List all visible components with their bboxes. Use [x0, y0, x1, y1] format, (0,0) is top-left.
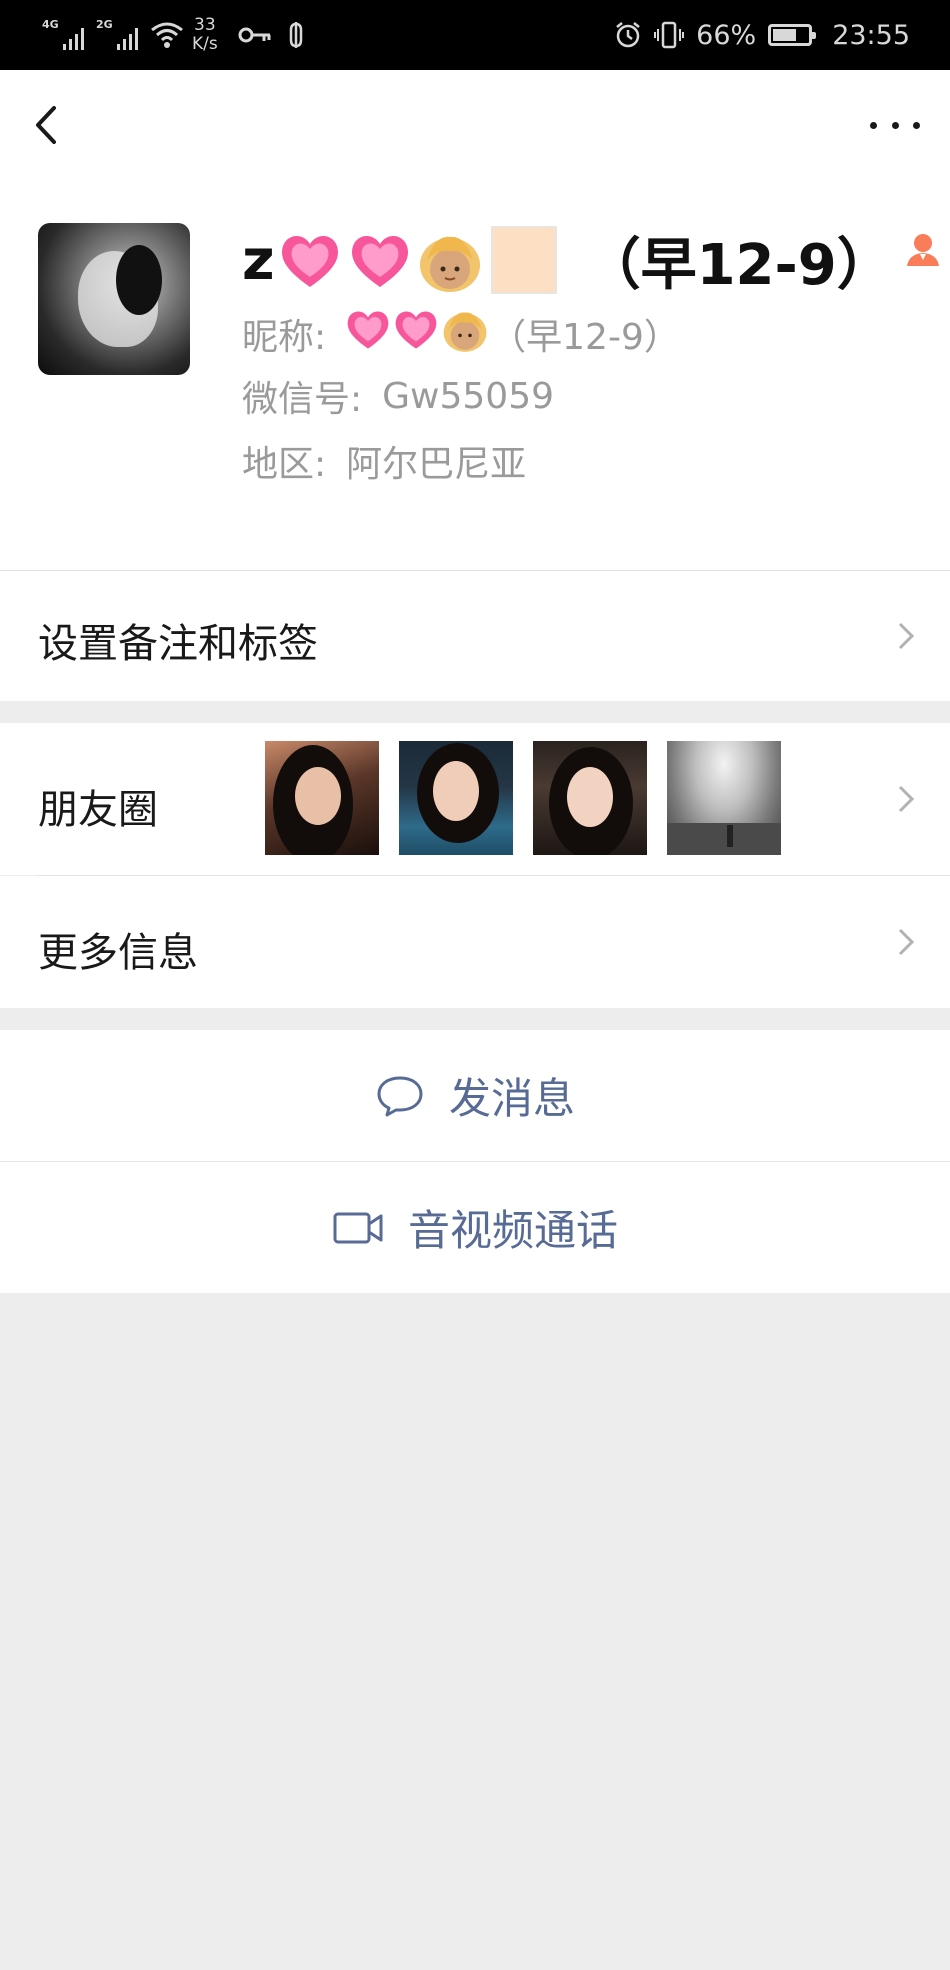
- heart-emoji-icon: [392, 305, 440, 362]
- girl-emoji-icon: [440, 304, 490, 363]
- girl-emoji-icon: [415, 225, 485, 295]
- region-row: 地区: 阿尔巴尼亚: [242, 435, 526, 487]
- moments-thumbnails[interactable]: [265, 741, 781, 855]
- video-call-icon: [333, 1212, 383, 1243]
- profile-badge-icon: [906, 234, 939, 266]
- net-speed: 33 K/s: [192, 16, 218, 54]
- wechat-id-row: 微信号: Gw55059: [242, 370, 554, 422]
- cell-signal-2g-icon: 2G: [96, 18, 138, 52]
- wechat-id-label: 微信号:: [242, 379, 363, 420]
- nickname-suffix: （早12-9）: [490, 316, 680, 358]
- more-info-cell[interactable]: 更多信息: [0, 876, 950, 1008]
- send-message-button[interactable]: 发消息: [0, 1030, 950, 1161]
- moments-cell[interactable]: 朋友圈: [0, 723, 950, 876]
- av-call-button[interactable]: 音视频通话: [0, 1162, 950, 1293]
- net-speed-value: 33: [194, 15, 216, 35]
- chevron-right-icon: [898, 928, 915, 956]
- skin-tone-swatch: [490, 226, 557, 294]
- avatar[interactable]: [38, 223, 190, 375]
- signal-4g-tag: 4G: [42, 18, 59, 31]
- display-name: z （早12-9）: [242, 220, 943, 300]
- battery-icon: [768, 24, 817, 46]
- net-speed-unit: K/s: [192, 34, 218, 54]
- chat-bubble-icon: [377, 1076, 423, 1116]
- alarm-icon: [616, 22, 640, 48]
- moment-photo[interactable]: [265, 741, 379, 855]
- vpn-key-icon: [238, 27, 271, 43]
- moment-photo[interactable]: [399, 741, 513, 855]
- moments-label: 朋友圈: [38, 787, 158, 833]
- cell-signal-4g-icon: 4G: [42, 18, 84, 52]
- wechat-id-value[interactable]: Gw55059: [382, 376, 554, 417]
- signal-2g-tag: 2G: [96, 18, 113, 31]
- battery-percent: 66%: [696, 19, 757, 51]
- heart-emoji-icon: [344, 305, 392, 362]
- remark-tags-cell[interactable]: 设置备注和标签: [0, 571, 950, 701]
- more-info-label: 更多信息: [38, 930, 198, 976]
- name-suffix: （早12-9）: [584, 232, 893, 298]
- heart-emoji-icon: [347, 227, 413, 293]
- chevron-right-icon: [898, 622, 915, 650]
- chevron-right-icon: [898, 785, 915, 813]
- name-prefix: z: [242, 227, 275, 293]
- more-dots-icon[interactable]: [870, 110, 920, 140]
- heart-emoji-icon: [277, 227, 343, 293]
- av-call-label: 音视频通话: [407, 1206, 618, 1255]
- moment-photo[interactable]: [667, 741, 781, 855]
- send-message-label: 发消息: [448, 1074, 575, 1123]
- vibrate-icon: [654, 21, 685, 49]
- wifi-icon: [151, 22, 183, 48]
- region-label: 地区:: [242, 444, 327, 485]
- nickname-label: 昵称:: [242, 316, 327, 358]
- usb-debug-icon: [289, 22, 302, 48]
- nickname-row: 昵称: （早12-9）: [242, 304, 680, 363]
- back-arrow-icon[interactable]: [28, 100, 68, 150]
- status-bar: 4G 2G 33 K/s 66% 23:55: [0, 0, 950, 70]
- clock: 23:55: [832, 19, 910, 51]
- region-value: 阿尔巴尼亚: [346, 444, 527, 485]
- remark-tags-label: 设置备注和标签: [38, 621, 318, 667]
- profile-header: z （早12-9） 昵称: （早12-9） 微信号: Gw55059 地区: 阿…: [0, 70, 950, 571]
- moment-photo[interactable]: [533, 741, 647, 855]
